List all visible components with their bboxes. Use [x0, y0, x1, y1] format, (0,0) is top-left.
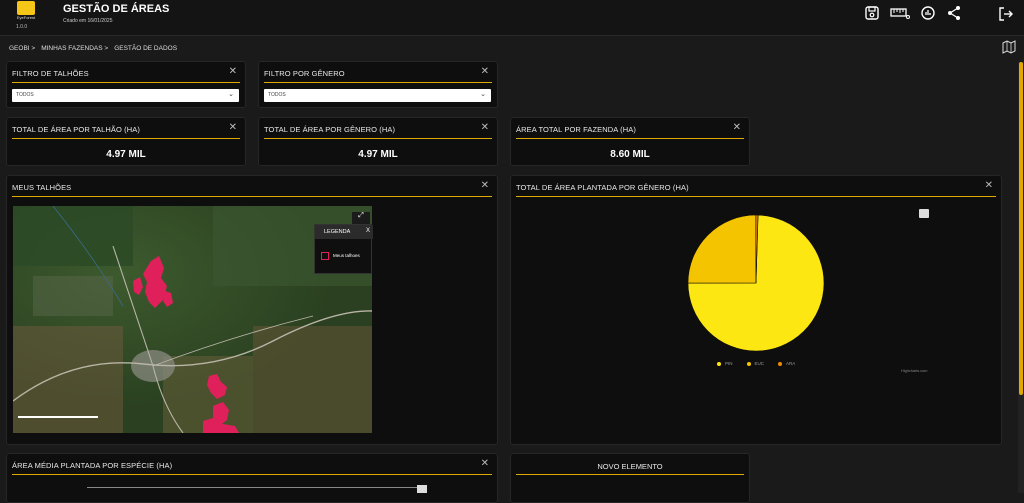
pie-card: TOTAL DE ÁREA PLANTADA POR GÊNERO (HA) ✕…: [510, 175, 1002, 445]
chevron-down-icon: ⌄: [480, 91, 486, 98]
filter-genero-card: FILTRO POR GÊNERO ✕ TODOS ⌄: [258, 61, 498, 108]
close-icon[interactable]: ✕: [481, 66, 489, 77]
legend-item-ara[interactable]: ARA: [778, 361, 795, 366]
breadcrumb-gestao-de-dados[interactable]: GESTÃO DE DADOS: [114, 45, 177, 52]
filter-talhoes-select[interactable]: TODOS ⌄: [12, 89, 239, 102]
avg-area-card: ÁREA MÉDIA PLANTADA POR ESPÉCIE (HA) ✕: [6, 453, 498, 503]
kpi-area-genero-title: TOTAL DE ÁREA POR GÊNERO (HA): [264, 125, 396, 134]
map-card-title: MEUS TALHÕES: [12, 183, 72, 192]
map-icon[interactable]: [1002, 40, 1016, 54]
close-icon[interactable]: ✕: [481, 122, 489, 133]
breadcrumb-minhas-fazendas[interactable]: MINHAS FAZENDAS >: [41, 45, 108, 52]
close-icon[interactable]: ✕: [229, 66, 237, 77]
filter-talhoes-value: TODOS: [16, 92, 34, 98]
highcharts-credits[interactable]: Highcharts.com: [901, 369, 927, 373]
legend-euc-label: EUC: [754, 361, 765, 366]
ruler-icon[interactable]: [890, 5, 910, 21]
logo-text: EyeForest: [16, 15, 36, 20]
save-icon[interactable]: [864, 5, 880, 21]
map-legend: LEGENDA X Meus talhoes: [314, 224, 373, 274]
map-card: MEUS TALHÕES ✕ ⤢ LEGENDA X Meus talhoes: [6, 175, 498, 445]
page-title: GESTÃO DE ÁREAS: [63, 3, 170, 15]
legend-ara-label: ARA: [786, 361, 796, 366]
close-icon[interactable]: ✕: [481, 458, 489, 469]
legend-item-label: Meus talhoes: [333, 253, 360, 258]
divider: [12, 82, 240, 83]
pie-slice-euc[interactable]: [687, 214, 757, 284]
divider: [12, 474, 492, 475]
kpi-area-genero-card: TOTAL DE ÁREA POR GÊNERO (HA) ✕ 4.97 MIL: [258, 117, 498, 166]
kpi-area-fazenda-value: 8.60 MIL: [610, 149, 650, 160]
legend-close-button[interactable]: X: [366, 228, 370, 234]
page-subtitle: Criado em 16/01/2025: [63, 18, 113, 24]
close-icon[interactable]: ✕: [481, 180, 489, 191]
axis-line: [87, 487, 427, 488]
filter-genero-title: FILTRO POR GÊNERO: [264, 69, 345, 78]
kpi-area-talhao-card: TOTAL DE ÁREA POR TALHÃO (HA) ✕ 4.97 MIL: [6, 117, 246, 166]
avg-area-title: ÁREA MÉDIA PLANTADA POR ESPÉCIE (HA): [12, 461, 173, 470]
app-version: 1.0.0: [16, 24, 28, 30]
legend-item-pin[interactable]: PIN: [717, 361, 733, 366]
legend-pin-label: PIN: [725, 361, 733, 366]
divider: [264, 138, 492, 139]
kpi-area-fazenda-title: ÁREA TOTAL POR FAZENDA (HA): [516, 125, 636, 134]
kpi-area-talhao-title: TOTAL DE ÁREA POR TALHÃO (HA): [12, 125, 140, 134]
divider: [12, 138, 240, 139]
kpi-area-fazenda-card: ÁREA TOTAL POR FAZENDA (HA) ✕ 8.60 MIL: [510, 117, 750, 166]
pie-chart: [687, 214, 825, 352]
kpi-area-genero-value: 4.97 MIL: [358, 149, 398, 160]
chart-menu-icon[interactable]: [417, 485, 427, 493]
divider: [516, 474, 744, 475]
breadcrumb-geobi[interactable]: GEOBI >: [9, 45, 35, 52]
chevron-down-icon: ⌄: [228, 91, 234, 98]
chart-icon[interactable]: [920, 5, 936, 21]
legend-title: LEGENDA: [324, 229, 351, 235]
legend-item-euc[interactable]: EUC: [746, 361, 765, 366]
divider: [516, 138, 744, 139]
new-element-title: NOVO ELEMENTO: [597, 462, 663, 471]
expand-map-button[interactable]: ⤢: [352, 212, 370, 224]
new-element-card: NOVO ELEMENTO: [510, 453, 750, 503]
close-icon[interactable]: ✕: [229, 122, 237, 133]
eyeforest-logo: EyeForest: [14, 0, 38, 22]
scrollbar-thumb[interactable]: [1019, 62, 1023, 395]
close-icon[interactable]: ✕: [733, 122, 741, 133]
filter-talhoes-card: FILTRO DE TALHÕES ✕ TODOS ⌄: [6, 61, 246, 108]
top-bar: EyeForest 1.0.0 GESTÃO DE ÁREAS Criado e…: [0, 0, 1024, 36]
kpi-area-talhao-value: 4.97 MIL: [106, 149, 146, 160]
breadcrumb: GEOBI > MINHAS FAZENDAS > GESTÃO DE DADO…: [9, 45, 177, 52]
filter-talhoes-title: FILTRO DE TALHÕES: [12, 69, 89, 78]
legend-swatch: [321, 252, 329, 260]
pie-legend: PIN EUC ARA: [717, 361, 795, 366]
filter-genero-value: TODOS: [268, 92, 286, 98]
filter-genero-select[interactable]: TODOS ⌄: [264, 89, 491, 102]
legend-header: LEGENDA X: [315, 225, 373, 239]
divider: [264, 82, 492, 83]
logout-icon[interactable]: [998, 6, 1014, 22]
share-icon[interactable]: [946, 5, 962, 21]
divider: [12, 196, 492, 197]
